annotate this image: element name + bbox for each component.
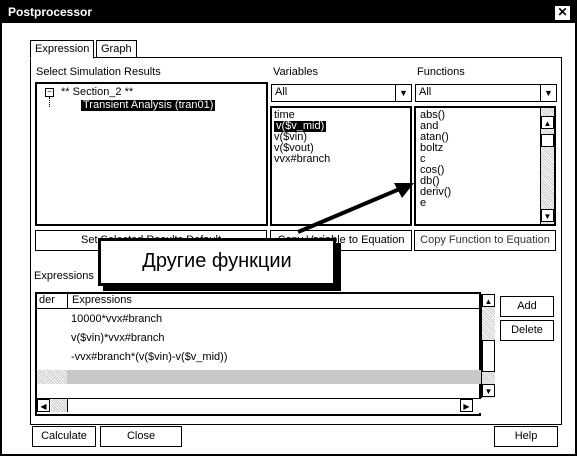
scroll-thumb[interactable] xyxy=(482,340,495,372)
scroll-down-icon[interactable]: ▼ xyxy=(482,384,495,397)
list-item[interactable]: e xyxy=(420,198,426,209)
expressions-label: Expressions xyxy=(34,270,94,282)
functions-scrollbar[interactable]: ▲ ▼ xyxy=(540,108,554,224)
results-tree[interactable]: − ** Section_2 ** Transient Analysis (tr… xyxy=(35,82,268,226)
functions-filter-select[interactable]: All ▼ xyxy=(415,84,557,102)
tab-graph-label: Graph xyxy=(101,43,132,55)
chevron-down-icon[interactable]: ▼ xyxy=(395,85,411,101)
functions-label: Functions xyxy=(417,66,465,78)
collapse-icon[interactable]: − xyxy=(45,88,54,97)
calculate-button[interactable]: Calculate xyxy=(32,426,96,447)
tab-expression[interactable]: Expression xyxy=(30,40,95,59)
tree-line xyxy=(49,97,51,107)
close-button[interactable]: Close xyxy=(100,426,182,447)
table-row[interactable]: -vvx#branch*(v($vin)-v($v_mid)) xyxy=(71,352,227,363)
table-row[interactable]: 10000*vvx#branch xyxy=(71,314,162,325)
variables-filter-value: All xyxy=(275,86,288,98)
postprocessor-window: Postprocessor ✕ Expression Graph Select … xyxy=(0,0,577,456)
col-header-order[interactable]: der xyxy=(37,294,68,309)
functions-filter-value: All xyxy=(419,86,432,98)
scroll-left-icon[interactable]: ◀ xyxy=(37,399,50,412)
tree-item-transient[interactable]: Transient Analysis (tran01) xyxy=(81,100,216,111)
scroll-down-icon[interactable]: ▼ xyxy=(541,209,554,222)
variables-filter-select[interactable]: All ▼ xyxy=(271,84,412,102)
delete-button[interactable]: Delete xyxy=(500,320,554,341)
scroll-up-icon[interactable]: ▲ xyxy=(482,294,495,307)
close-window-button[interactable]: ✕ xyxy=(554,5,571,21)
scroll-thumb[interactable] xyxy=(541,134,554,147)
chevron-down-icon[interactable]: ▼ xyxy=(540,85,556,101)
row-order-cell xyxy=(37,370,67,384)
expressions-h-scrollbar[interactable]: ◀ ▶ xyxy=(37,398,481,413)
window-title: Postprocessor xyxy=(8,5,93,19)
variables-label: Variables xyxy=(273,66,319,78)
table-row[interactable]: v($vin)*vvx#branch xyxy=(71,333,165,344)
callout-text: Другие функции xyxy=(142,250,292,272)
functions-list[interactable]: abs() and atan() boltz c cos() db() deri… xyxy=(414,106,556,226)
results-label: Select Simulation Results xyxy=(36,66,161,78)
expressions-v-scrollbar[interactable]: ▲ ▼ xyxy=(481,294,495,398)
col-header-expressions[interactable]: Expressions xyxy=(68,294,484,309)
tab-expression-label: Expression xyxy=(35,43,90,55)
tab-graph[interactable]: Graph xyxy=(96,40,137,58)
variables-list[interactable]: time v($v_mid) v($vin) v($vout) vvx#bran… xyxy=(270,106,412,226)
add-button[interactable]: Add xyxy=(500,296,554,317)
close-icon: ✕ xyxy=(557,5,568,19)
help-button[interactable]: Help xyxy=(494,426,558,447)
title-bar[interactable]: Postprocessor ✕ xyxy=(2,2,575,23)
scroll-thumb-h[interactable] xyxy=(51,399,68,412)
tree-root[interactable]: ** Section_2 ** xyxy=(61,87,133,98)
copy-function-button[interactable]: Copy Function to Equation xyxy=(414,230,556,251)
list-item[interactable]: vvx#branch xyxy=(274,154,330,165)
annotation-callout: Другие функции xyxy=(98,238,336,286)
scroll-right-icon[interactable]: ▶ xyxy=(460,399,473,412)
scroll-up-icon[interactable]: ▲ xyxy=(541,116,554,129)
table-row-selected[interactable] xyxy=(67,370,485,384)
expressions-table[interactable]: der Expressions 10000*vvx#branch v($vin)… xyxy=(35,292,495,416)
